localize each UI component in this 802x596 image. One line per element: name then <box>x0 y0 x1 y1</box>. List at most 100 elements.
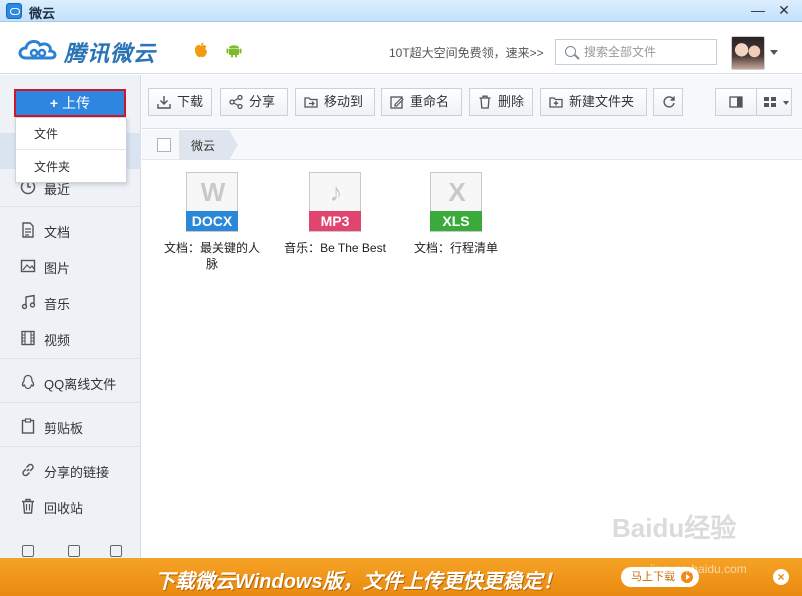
grid-view-icon <box>764 97 776 107</box>
trash-icon <box>479 95 491 109</box>
file-name: 文档：行程清单 <box>413 241 498 255</box>
search-input[interactable] <box>584 44 712 60</box>
rename-button[interactable]: 重命名 <box>381 88 462 116</box>
file-glyph: W <box>200 177 226 207</box>
sidebar-item-label: 回收站 <box>44 501 84 516</box>
trash-icon <box>22 498 34 514</box>
file-glyph: ♪ <box>329 177 343 207</box>
user-avatar[interactable] <box>731 36 765 70</box>
chevron-down-icon <box>783 101 789 105</box>
file-glyph: X <box>448 177 466 207</box>
file-item[interactable]: ♪ MP3 音乐：Be The Best <box>280 172 390 256</box>
breadcrumb-bar: 微云 <box>142 130 802 160</box>
share-icon <box>229 95 243 109</box>
plus-icon: + <box>49 95 59 111</box>
qq-icon <box>21 374 35 390</box>
title-bar: 微云 — ✕ <box>0 0 802 22</box>
file-item[interactable]: W DOCX 文档：最关键的人脉 <box>157 172 267 272</box>
file-item[interactable]: X XLS 文档：行程清单 <box>401 172 511 256</box>
upload-folder-option[interactable]: 文件夹 <box>16 151 126 183</box>
file-type-badge: XLS <box>430 211 482 231</box>
promo-link[interactable]: 10T超大空间免费领，速来>> <box>389 44 544 61</box>
docx-file-icon: W DOCX <box>186 172 238 232</box>
apple-icon[interactable] <box>194 42 208 58</box>
music-icon <box>21 294 36 310</box>
phone-icon[interactable] <box>68 545 80 557</box>
sidebar-item-documents[interactable]: 文档 <box>0 212 141 248</box>
watermark-url: jingyan.baidu.com <box>650 562 747 576</box>
move-to-button[interactable]: 移动到 <box>295 88 375 116</box>
divider <box>0 402 141 403</box>
rename-label: 重命名 <box>410 94 450 109</box>
divider <box>0 206 141 207</box>
new-folder-label: 新建文件夹 <box>569 94 635 109</box>
weiyun-logo-icon <box>18 39 57 60</box>
sidebar-item-label: 文档 <box>44 225 71 240</box>
delete-button[interactable]: 删除 <box>469 88 533 116</box>
edit-icon <box>390 96 404 109</box>
sidebar-item-label: 视频 <box>44 333 71 348</box>
preview-pane-toggle[interactable] <box>715 88 757 116</box>
toolbar: 下载 分享 移动到 重命名 删除 新建文件夹 <box>142 75 802 129</box>
banner-text: 下载微云Windows版，文件上传更快更稳定！ <box>155 571 563 593</box>
window-title: 微云 <box>29 6 56 21</box>
video-icon <box>21 330 35 346</box>
weiyun-app-icon <box>6 3 22 19</box>
breadcrumb-item: 微云 <box>191 139 216 153</box>
sidebar-item-label: 分享的链接 <box>44 465 110 480</box>
document-icon <box>22 222 34 238</box>
close-banner-button[interactable]: × <box>773 569 789 585</box>
download-label: 下载 <box>177 94 204 109</box>
android-icon[interactable] <box>22 545 34 557</box>
search-icon <box>565 46 576 57</box>
upload-dropdown-menu: 文件 文件夹 <box>15 117 127 183</box>
brand-name: 腾讯微云 <box>64 41 157 66</box>
link-icon <box>22 463 34 477</box>
view-mode-button[interactable] <box>756 88 792 116</box>
upload-button[interactable]: + 上传 <box>14 89 126 117</box>
sidebar-item-music[interactable]: 音乐 <box>0 284 141 320</box>
download-button[interactable]: 下载 <box>148 88 212 116</box>
sidebar-item-label: 图片 <box>44 261 71 276</box>
divider <box>0 446 141 447</box>
tablet-icon[interactable] <box>110 545 122 557</box>
file-type-badge: MP3 <box>309 211 361 231</box>
upload-label: 上传 <box>62 95 91 111</box>
clipboard-icon <box>21 418 35 434</box>
file-name: 文档：最关键的人脉 <box>163 241 260 271</box>
chevron-down-icon[interactable] <box>770 50 778 55</box>
refresh-icon <box>663 96 675 108</box>
file-name: 音乐：Be The Best <box>284 241 386 255</box>
image-icon <box>20 259 36 273</box>
breadcrumb[interactable]: 微云 <box>179 130 238 160</box>
sidebar-item-recycle-bin[interactable]: 回收站 <box>0 488 141 524</box>
share-label: 分享 <box>249 94 276 109</box>
minimize-button[interactable]: — <box>744 0 772 22</box>
sidebar-item-label: 音乐 <box>44 297 71 312</box>
divider <box>0 358 141 359</box>
download-icon <box>157 96 171 109</box>
app-header: 腾讯微云 10T超大空间免费领，速来>> <box>0 22 802 74</box>
sidebar-item-images[interactable]: 图片 <box>0 248 141 284</box>
move-folder-icon <box>304 97 318 108</box>
file-type-badge: DOCX <box>186 211 238 231</box>
move-to-label: 移动到 <box>324 94 364 109</box>
sidebar-item-qq-offline[interactable]: QQ离线文件 <box>0 364 141 400</box>
search-box[interactable] <box>555 39 717 65</box>
select-all-checkbox[interactable] <box>157 138 171 152</box>
close-window-button[interactable]: ✕ <box>770 0 798 22</box>
watermark: Baidu经验 <box>612 513 737 543</box>
new-folder-button[interactable]: 新建文件夹 <box>540 88 647 116</box>
upload-file-option[interactable]: 文件 <box>16 118 126 150</box>
refresh-button[interactable] <box>653 88 683 116</box>
sidebar-item-label: QQ离线文件 <box>44 377 117 392</box>
android-icon[interactable] <box>226 42 242 58</box>
sidebar-item-label: 剪贴板 <box>44 421 84 436</box>
xls-file-icon: X XLS <box>430 172 482 232</box>
sidebar-item-shared-links[interactable]: 分享的链接 <box>0 452 141 488</box>
sidebar-item-clipboard[interactable]: 剪贴板 <box>0 408 141 444</box>
share-button[interactable]: 分享 <box>220 88 288 116</box>
delete-label: 删除 <box>498 94 525 109</box>
mp3-file-icon: ♪ MP3 <box>309 172 361 232</box>
sidebar-item-video[interactable]: 视频 <box>0 320 141 356</box>
